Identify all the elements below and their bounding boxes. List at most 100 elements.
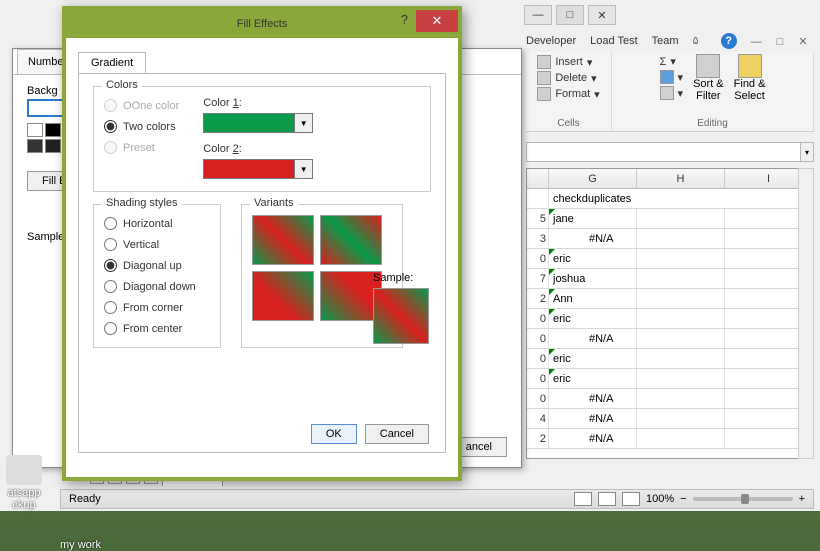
cell[interactable]: [637, 429, 725, 448]
maximize-button[interactable]: □: [556, 5, 584, 25]
cell[interactable]: [637, 249, 725, 268]
tab-gradient[interactable]: Gradient: [78, 52, 146, 73]
table-row[interactable]: 0#N/A: [527, 389, 813, 409]
cell[interactable]: eric: [549, 309, 637, 328]
cell[interactable]: [637, 349, 725, 368]
table-row[interactable]: 2Ann: [527, 289, 813, 309]
cell[interactable]: 0: [527, 329, 549, 348]
desktop-folder-mywork[interactable]: my work: [60, 539, 101, 551]
cell[interactable]: [637, 309, 725, 328]
help-icon[interactable]: ?: [721, 33, 737, 49]
cell[interactable]: 5: [527, 209, 549, 228]
table-row[interactable]: 0eric: [527, 309, 813, 329]
cell[interactable]: [637, 369, 725, 388]
ok-button[interactable]: OK: [311, 424, 357, 444]
cell[interactable]: #N/A: [549, 329, 637, 348]
radio-from-corner[interactable]: From corner: [104, 301, 210, 314]
delete-button[interactable]: Delete ▾: [537, 70, 599, 86]
table-row[interactable]: 0eric: [527, 249, 813, 269]
dialog-close-button[interactable]: ✕: [416, 10, 458, 32]
radio-horizontal[interactable]: Horizontal: [104, 217, 210, 230]
radio-two-colors[interactable]: Two colors: [104, 120, 179, 133]
radio-vertical[interactable]: Vertical: [104, 238, 210, 251]
swatch[interactable]: [27, 123, 43, 137]
radio-diagonal-up[interactable]: Diagonal up: [104, 259, 210, 272]
cancel-button[interactable]: Cancel: [365, 424, 429, 444]
cell[interactable]: #N/A: [549, 429, 637, 448]
tab-team[interactable]: Team: [652, 35, 679, 47]
col-header-g[interactable]: G: [549, 169, 637, 188]
cell[interactable]: jane: [549, 209, 637, 228]
cell[interactable]: [637, 329, 725, 348]
vertical-scrollbar[interactable]: [798, 168, 814, 459]
cell[interactable]: [637, 389, 725, 408]
cell[interactable]: 4: [527, 409, 549, 428]
formula-bar[interactable]: [526, 142, 802, 162]
find-select-button[interactable]: Find &Select: [734, 54, 766, 102]
color1-dropdown[interactable]: ▼: [203, 113, 313, 133]
cell[interactable]: 0: [527, 389, 549, 408]
view-normal-button[interactable]: [574, 492, 592, 506]
tab-loadtest[interactable]: Load Test: [590, 35, 638, 47]
cell[interactable]: #N/A: [549, 389, 637, 408]
radio-from-center[interactable]: From center: [104, 322, 210, 335]
minimize-button[interactable]: —: [524, 5, 552, 25]
cell[interactable]: Ann: [549, 289, 637, 308]
cell[interactable]: 0: [527, 309, 549, 328]
minimize-ribbon-icon[interactable]: ۵: [693, 34, 707, 48]
sort-filter-button[interactable]: Sort &Filter: [693, 54, 724, 102]
table-row[interactable]: 0eric: [527, 369, 813, 389]
insert-button[interactable]: Insert ▾: [537, 54, 599, 70]
zoom-out-button[interactable]: −: [680, 493, 686, 505]
fill-effects-titlebar[interactable]: Fill Effects ? ✕: [66, 10, 458, 38]
color2-dropdown[interactable]: ▼: [203, 159, 313, 179]
cell[interactable]: [637, 269, 725, 288]
chevron-down-icon[interactable]: ▼: [295, 113, 313, 133]
cell[interactable]: eric: [549, 249, 637, 268]
cell[interactable]: #N/A: [549, 229, 637, 248]
cell[interactable]: [637, 409, 725, 428]
table-row[interactable]: 3#N/A: [527, 229, 813, 249]
cell[interactable]: [637, 289, 725, 308]
cell[interactable]: eric: [549, 369, 637, 388]
format-button[interactable]: Format ▾: [537, 86, 599, 102]
close-window-button[interactable]: ✕: [588, 5, 616, 25]
zoom-slider[interactable]: [693, 497, 793, 501]
swatch[interactable]: [45, 139, 61, 153]
variant-1[interactable]: [252, 215, 314, 265]
variant-2[interactable]: [320, 215, 382, 265]
radio-diagonal-down[interactable]: Diagonal down: [104, 280, 210, 293]
cell[interactable]: 3: [527, 229, 549, 248]
fill-button[interactable]: ▾: [660, 69, 684, 85]
cell[interactable]: [637, 209, 725, 228]
col-header-h[interactable]: H: [637, 169, 725, 188]
cell[interactable]: 0: [527, 349, 549, 368]
cell[interactable]: 2: [527, 429, 549, 448]
cell[interactable]: [527, 189, 549, 208]
cell[interactable]: [637, 229, 725, 248]
swatch[interactable]: [27, 139, 43, 153]
cell[interactable]: checkduplicates: [549, 189, 813, 208]
table-row[interactable]: 7joshua: [527, 269, 813, 289]
table-row[interactable]: 4#N/A: [527, 409, 813, 429]
chevron-down-icon[interactable]: ▼: [295, 159, 313, 179]
table-row[interactable]: 5jane: [527, 209, 813, 229]
zoom-in-button[interactable]: +: [799, 493, 805, 505]
desktop-icon-whatsapp-backup[interactable]: atsappckup: [6, 455, 42, 511]
view-pagebreak-button[interactable]: [622, 492, 640, 506]
cell[interactable]: 7: [527, 269, 549, 288]
clear-button[interactable]: ▾: [660, 85, 684, 101]
zoom-thumb[interactable]: [741, 494, 749, 504]
cell[interactable]: eric: [549, 349, 637, 368]
cell[interactable]: joshua: [549, 269, 637, 288]
cell-grid[interactable]: G H I checkduplicates5jane3#N/A0eric7jos…: [526, 168, 814, 459]
table-row[interactable]: checkduplicates: [527, 189, 813, 209]
formula-bar-expand[interactable]: ▾: [800, 142, 814, 162]
tab-developer[interactable]: Developer: [526, 35, 576, 47]
autosum-button[interactable]: Σ ▾: [660, 54, 684, 69]
table-row[interactable]: 0#N/A: [527, 329, 813, 349]
dialog-help-icon[interactable]: ?: [401, 12, 408, 27]
view-layout-button[interactable]: [598, 492, 616, 506]
cell[interactable]: #N/A: [549, 409, 637, 428]
table-row[interactable]: 2#N/A: [527, 429, 813, 449]
